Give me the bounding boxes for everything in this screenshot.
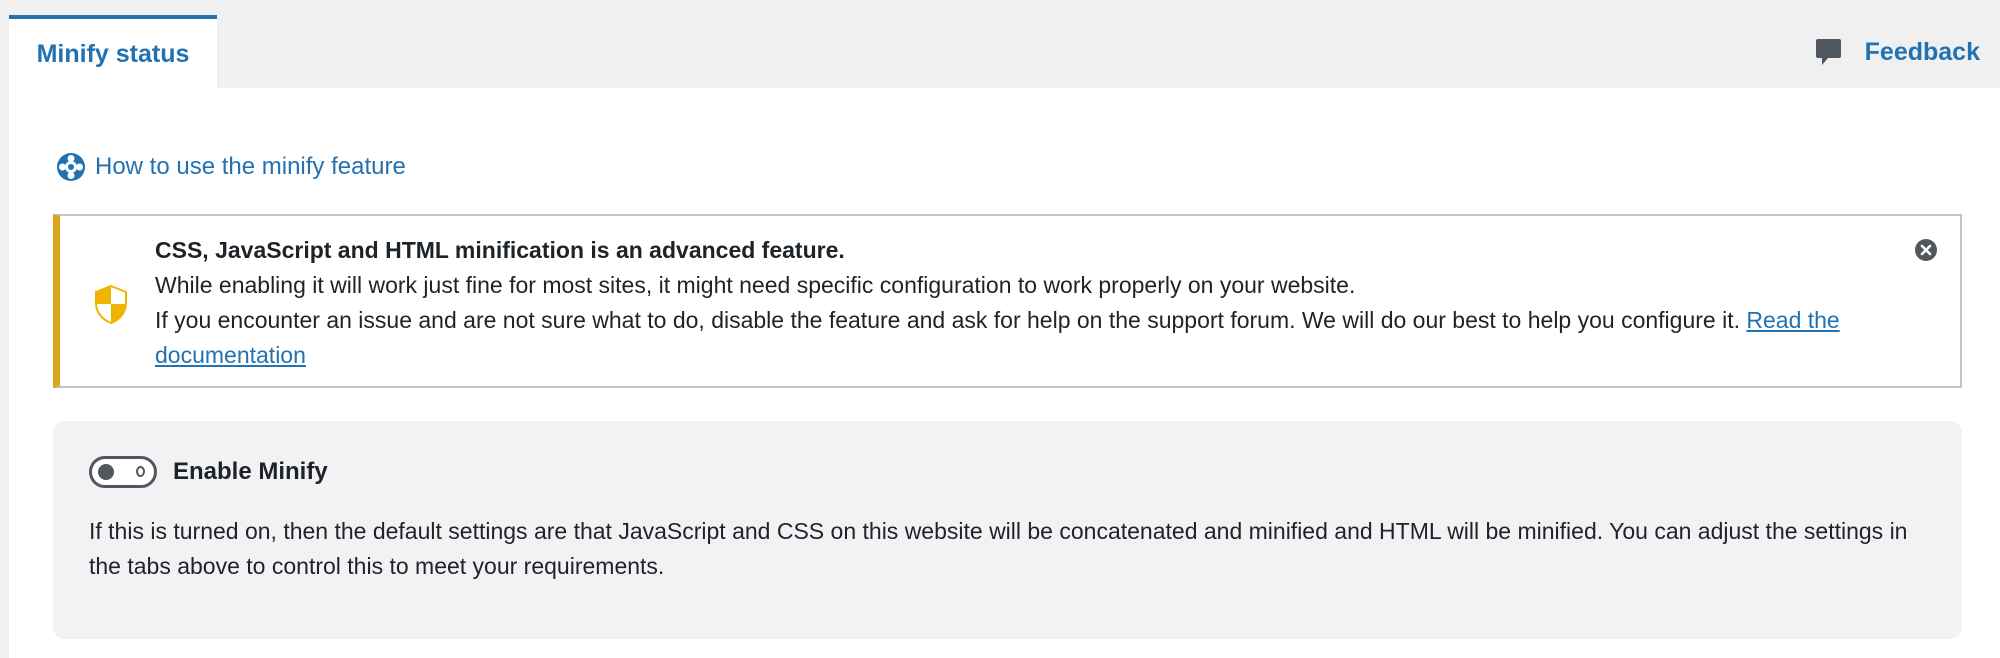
notice-title: CSS, JavaScript and HTML minification is…	[155, 237, 845, 263]
speech-bubble-icon	[1815, 39, 1841, 65]
notice-line-2-text: If you encounter an issue and are not su…	[155, 307, 1740, 333]
tab-minify-status[interactable]: Minify status	[9, 15, 217, 89]
enable-minify-description: If this is turned on, then the default s…	[89, 518, 1908, 579]
shield-icon	[95, 284, 127, 324]
advanced-feature-notice: CSS, JavaScript and HTML minification is…	[53, 214, 1962, 388]
minify-status-panel: How to use the minify feature CSS, JavaS…	[9, 88, 2000, 658]
close-circle-icon[interactable]	[1914, 238, 1938, 262]
top-tab-bar: Minify status Feedback	[0, 0, 2000, 89]
lifebuoy-icon	[57, 153, 85, 181]
enable-minify-box: Enable Minify If this is turned on, then…	[53, 421, 1962, 639]
enable-minify-toggle[interactable]	[89, 456, 157, 488]
help-link-label: How to use the minify feature	[95, 153, 406, 180]
help-link[interactable]: How to use the minify feature	[56, 152, 406, 182]
enable-minify-row: Enable Minify	[89, 456, 328, 488]
enable-minify-label: Enable Minify	[173, 458, 328, 485]
feedback-label: Feedback	[1864, 37, 1980, 66]
feedback-button[interactable]: Feedback	[1813, 36, 1980, 68]
notice-text: CSS, JavaScript and HTML minification is…	[155, 233, 1925, 373]
notice-line-2: If you encounter an issue and are not su…	[155, 303, 1925, 373]
tab-minify-status-label: Minify status	[36, 39, 190, 68]
toggle-off-indicator	[136, 466, 145, 477]
notice-line-1: While enabling it will work just fine fo…	[155, 272, 1356, 298]
toggle-knob	[98, 464, 114, 480]
